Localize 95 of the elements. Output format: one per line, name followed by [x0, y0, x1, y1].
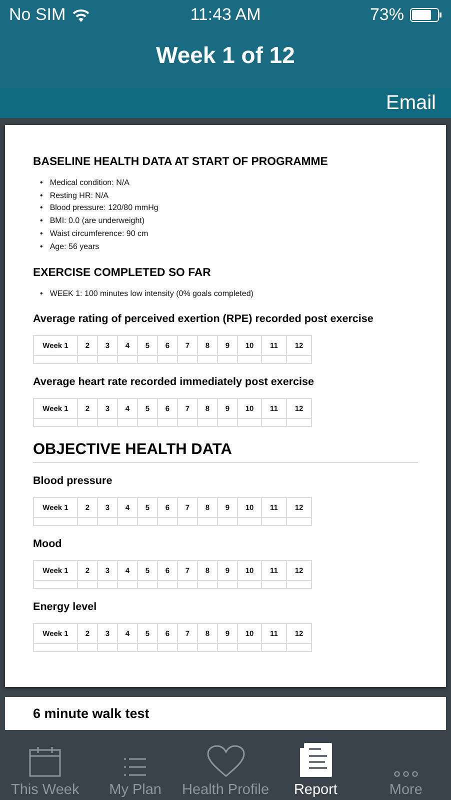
- empty-cell: [98, 518, 118, 526]
- chart-heading: Average rating of perceived exertion (RPE) recorded post exercise: [33, 312, 374, 325]
- carrier-text: No SIM: [9, 5, 66, 25]
- empty-cell: [198, 356, 218, 364]
- empty-cell: [238, 518, 262, 526]
- chart-heading: Blood pressure: [33, 474, 114, 487]
- empty-cell: [262, 518, 287, 526]
- bullet-item: BMI: 0.0 (are underweight): [50, 215, 145, 228]
- empty-cell: [158, 356, 178, 364]
- empty-cell: [178, 580, 198, 589]
- empty-cell: [218, 644, 238, 652]
- tab-item[interactable]: Report: [270, 730, 361, 800]
- battery-percent: 73%: [370, 5, 404, 25]
- empty-cell: [287, 580, 312, 589]
- calendar-icon: [28, 746, 62, 778]
- wifi-icon: [72, 8, 90, 22]
- empty-cell: [198, 518, 218, 526]
- empty-cell: [118, 418, 138, 427]
- bullet-item: Blood pressure: 120/80 mmHg: [50, 202, 158, 214]
- empty-cell: [287, 418, 312, 427]
- empty-cell: [238, 644, 262, 652]
- empty-cell: [98, 356, 118, 364]
- bullet-marker: •: [40, 215, 43, 228]
- empty-cell: [138, 580, 158, 589]
- status-time: 11:43 AM: [190, 5, 261, 25]
- bullet-marker: •: [40, 288, 43, 300]
- section-heading: BASELINE HEALTH DATA AT START OF PROGRAMME: [33, 156, 329, 168]
- empty-cell: [158, 518, 178, 526]
- section-heading: EXERCISE COMPLETED SO FAR: [33, 267, 212, 280]
- bullet-item: Age: 56 years: [50, 240, 100, 253]
- bullet-marker: •: [40, 177, 43, 189]
- empty-cell: [262, 356, 287, 364]
- empty-cell: [178, 418, 198, 427]
- empty-cell: [138, 518, 158, 526]
- battery-icon: [410, 8, 442, 22]
- empty-cell: [138, 418, 158, 427]
- tab-item[interactable]: My Plan: [90, 730, 180, 800]
- document-icon: [298, 742, 333, 778]
- list-icon: [123, 756, 148, 778]
- chart-heading: Energy level: [33, 600, 98, 613]
- empty-cell: [287, 356, 312, 364]
- empty-cell: [158, 580, 178, 589]
- bullet-item: Waist circumference: 90 cm: [50, 228, 148, 240]
- bullet-item: Medical condition: N/A: [50, 177, 130, 189]
- tab-item[interactable]: More: [360, 730, 451, 800]
- empty-cell: [78, 356, 98, 364]
- more-icon: [392, 770, 419, 778]
- empty-cell: [138, 644, 158, 652]
- bullet-item: WEEK 1: 100 minutes low intensity (0% goals completed): [50, 288, 254, 300]
- empty-cell: [238, 580, 262, 589]
- empty-cell: [287, 518, 312, 526]
- empty-cell: [218, 580, 238, 589]
- empty-cell: [78, 580, 98, 589]
- empty-cell: [238, 418, 262, 427]
- tab-item[interactable]: Health Profile: [180, 730, 271, 800]
- major-heading: OBJECTIVE HEALTH DATA: [33, 440, 418, 463]
- empty-cell: [118, 518, 138, 526]
- empty-cell: [158, 644, 178, 652]
- empty-cell: [98, 418, 118, 427]
- empty-cell: [287, 644, 312, 652]
- empty-cell: [262, 644, 287, 652]
- empty-cell: [178, 356, 198, 364]
- bullet-item: Resting HR: N/A: [50, 190, 108, 202]
- bullet-marker: •: [40, 190, 43, 202]
- empty-cell: [138, 356, 158, 364]
- empty-cell: [118, 580, 138, 589]
- empty-cell: [238, 356, 262, 364]
- bullet-marker: •: [40, 202, 43, 214]
- empty-cell: [78, 518, 98, 526]
- empty-cell: [198, 418, 218, 427]
- chart-heading: Average heart rate recorded immediately post exercise: [33, 376, 316, 388]
- empty-cell: [158, 418, 178, 427]
- bullet-marker: •: [40, 228, 43, 240]
- bullet-marker: •: [40, 240, 43, 253]
- empty-cell: [218, 418, 238, 427]
- section-title: 6 minute walk test: [33, 706, 150, 721]
- empty-cell: [118, 644, 138, 652]
- empty-cell: [78, 418, 98, 427]
- chart-heading: Mood: [33, 538, 63, 550]
- email-button[interactable]: Email: [386, 92, 436, 114]
- empty-cell: [218, 518, 238, 526]
- empty-cell: [78, 644, 98, 652]
- empty-cell: [198, 580, 218, 589]
- empty-cell: [198, 644, 218, 652]
- empty-cell: [178, 518, 198, 526]
- empty-cell: [262, 580, 287, 589]
- empty-cell: [98, 580, 118, 589]
- tab-item[interactable]: This Week: [0, 730, 90, 800]
- empty-cell: [118, 356, 138, 364]
- nav-title: Week 1 of 12: [155, 40, 296, 70]
- empty-cell: [178, 644, 198, 652]
- heart-icon: [206, 744, 246, 778]
- empty-cell: [98, 644, 118, 652]
- empty-cell: [218, 356, 238, 364]
- empty-cell: [262, 418, 287, 427]
